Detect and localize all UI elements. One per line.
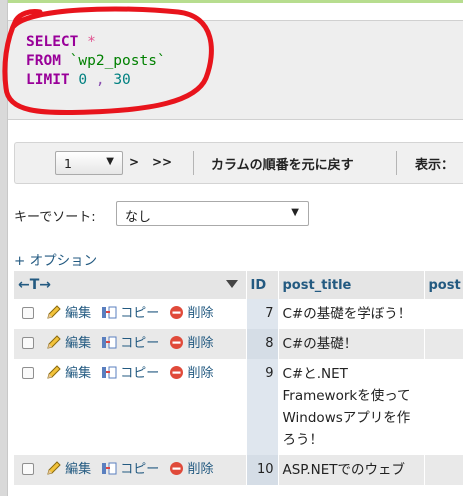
next-page-button[interactable]: > [129, 155, 139, 169]
separator [193, 151, 194, 175]
row-checkbox[interactable] [22, 307, 34, 319]
column-header-post[interactable]: post [424, 271, 463, 299]
sql-limit-offset: 0 [78, 72, 88, 88]
cell-post-title[interactable]: C#の基礎！ [278, 329, 425, 359]
page-number-value: 1 [64, 156, 72, 171]
navigation-bar: 1 ▼ > >> カラムの順番を元に戻す 表示： [14, 142, 463, 184]
table-row: 編集 コピー 削除 9 C#と.NET Frameworkを使ってWindows… [14, 359, 463, 455]
delete-icon [170, 462, 184, 475]
copy-icon [102, 366, 117, 379]
cell-id: 8 [246, 329, 279, 359]
column-menu-icon[interactable] [225, 280, 238, 288]
row-actions: 編集 コピー 削除 [14, 299, 247, 329]
cell-post-title[interactable]: C#の基礎を学ぼう！ [278, 299, 425, 329]
copy-icon [102, 336, 117, 349]
page-number-select[interactable]: 1 ▼ [55, 151, 123, 175]
sort-by-key-label: キーでソート: [14, 210, 96, 225]
display-label: 表示： [415, 158, 455, 173]
sql-line-from: FROM `wp2_posts` [26, 52, 166, 71]
delete-action[interactable]: 削除 [169, 366, 219, 381]
success-bar [8, 0, 463, 3]
sql-line-select: SELECT * [26, 33, 96, 52]
cell-post-title[interactable]: C#と.NET Frameworkを使ってWindowsアプリを作ろう！ [278, 359, 425, 455]
delete-icon [170, 336, 184, 349]
copy-icon [102, 462, 117, 475]
chevron-down-icon: ▼ [106, 156, 114, 167]
chevron-down-icon: ▼ [291, 207, 299, 218]
copy-action[interactable]: コピー [101, 336, 169, 351]
sql-star: * [87, 34, 96, 50]
row-checkbox[interactable] [22, 337, 34, 349]
row-actions: 編集 コピー 削除 [14, 455, 247, 485]
table-row: 編集 コピー 削除 8 C#の基礎！ [14, 329, 463, 359]
pencil-icon [47, 335, 61, 349]
edit-action[interactable]: 編集 [46, 365, 101, 381]
cell-id: 9 [246, 359, 279, 455]
sql-line-limit: LIMIT 0 , 30 [26, 71, 131, 90]
left-panel-edge [0, 0, 8, 496]
copy-action[interactable]: コピー [101, 462, 169, 477]
pencil-icon [47, 365, 61, 379]
cell-post [424, 329, 463, 359]
cell-post [424, 359, 463, 455]
sql-keyword: LIMIT [26, 72, 70, 88]
delete-action[interactable]: 削除 [169, 462, 219, 477]
separator [396, 151, 397, 175]
table-row: 編集 コピー 削除 10 ASP.NETでのウェブ [14, 455, 463, 485]
sql-keyword: FROM [26, 53, 61, 69]
options-link[interactable]: + オプション [14, 249, 97, 269]
sql-table-name: `wp2_posts` [69, 53, 166, 69]
delete-action[interactable]: 削除 [169, 336, 219, 351]
copy-action[interactable]: コピー [101, 366, 169, 381]
row-actions: 編集 コピー 削除 [14, 359, 247, 455]
sort-by-key-select[interactable]: なし ▼ [116, 201, 309, 226]
sort-selected-value: なし [125, 210, 152, 225]
last-page-button[interactable]: >> [152, 155, 172, 169]
row-checkbox[interactable] [22, 367, 34, 379]
edit-action[interactable]: 編集 [46, 461, 101, 477]
cell-id: 7 [246, 299, 279, 329]
row-checkbox[interactable] [22, 463, 34, 475]
sql-limit-count: 30 [113, 72, 131, 88]
copy-action[interactable]: コピー [101, 306, 169, 321]
column-arrows-header[interactable]: ←T→ [14, 271, 247, 299]
column-header-post-title[interactable]: post_title [278, 271, 425, 299]
edit-action[interactable]: 編集 [46, 335, 101, 351]
pencil-icon [47, 461, 61, 475]
cell-post-title[interactable]: ASP.NETでのウェブ [278, 455, 425, 485]
edit-action[interactable]: 編集 [46, 305, 101, 321]
copy-icon [102, 306, 117, 319]
delete-icon [170, 306, 184, 319]
sql-comma: , [95, 72, 105, 88]
column-move-arrows-icon[interactable]: ←T→ [18, 277, 51, 293]
cell-post [424, 455, 463, 485]
delete-icon [170, 366, 184, 379]
column-header-id[interactable]: ID [246, 271, 279, 299]
table-row: 編集 コピー 削除 7 C#の基礎を学ぼう！ [14, 299, 463, 329]
sql-query-box[interactable]: SELECT * FROM `wp2_posts` LIMIT 0 , 30 [8, 20, 463, 120]
sql-keyword: SELECT [26, 34, 79, 50]
reset-column-order-button[interactable]: カラムの順番を元に戻す [211, 154, 354, 173]
results-table: ←T→ ID post_title post 編集 コピー 削除 7 C#の基礎… [14, 271, 463, 485]
cell-post [424, 299, 463, 329]
pencil-icon [47, 305, 61, 319]
table-header-row: ←T→ ID post_title post [14, 271, 463, 299]
cell-id: 10 [246, 455, 279, 485]
row-actions: 編集 コピー 削除 [14, 329, 247, 359]
delete-action[interactable]: 削除 [169, 306, 219, 321]
